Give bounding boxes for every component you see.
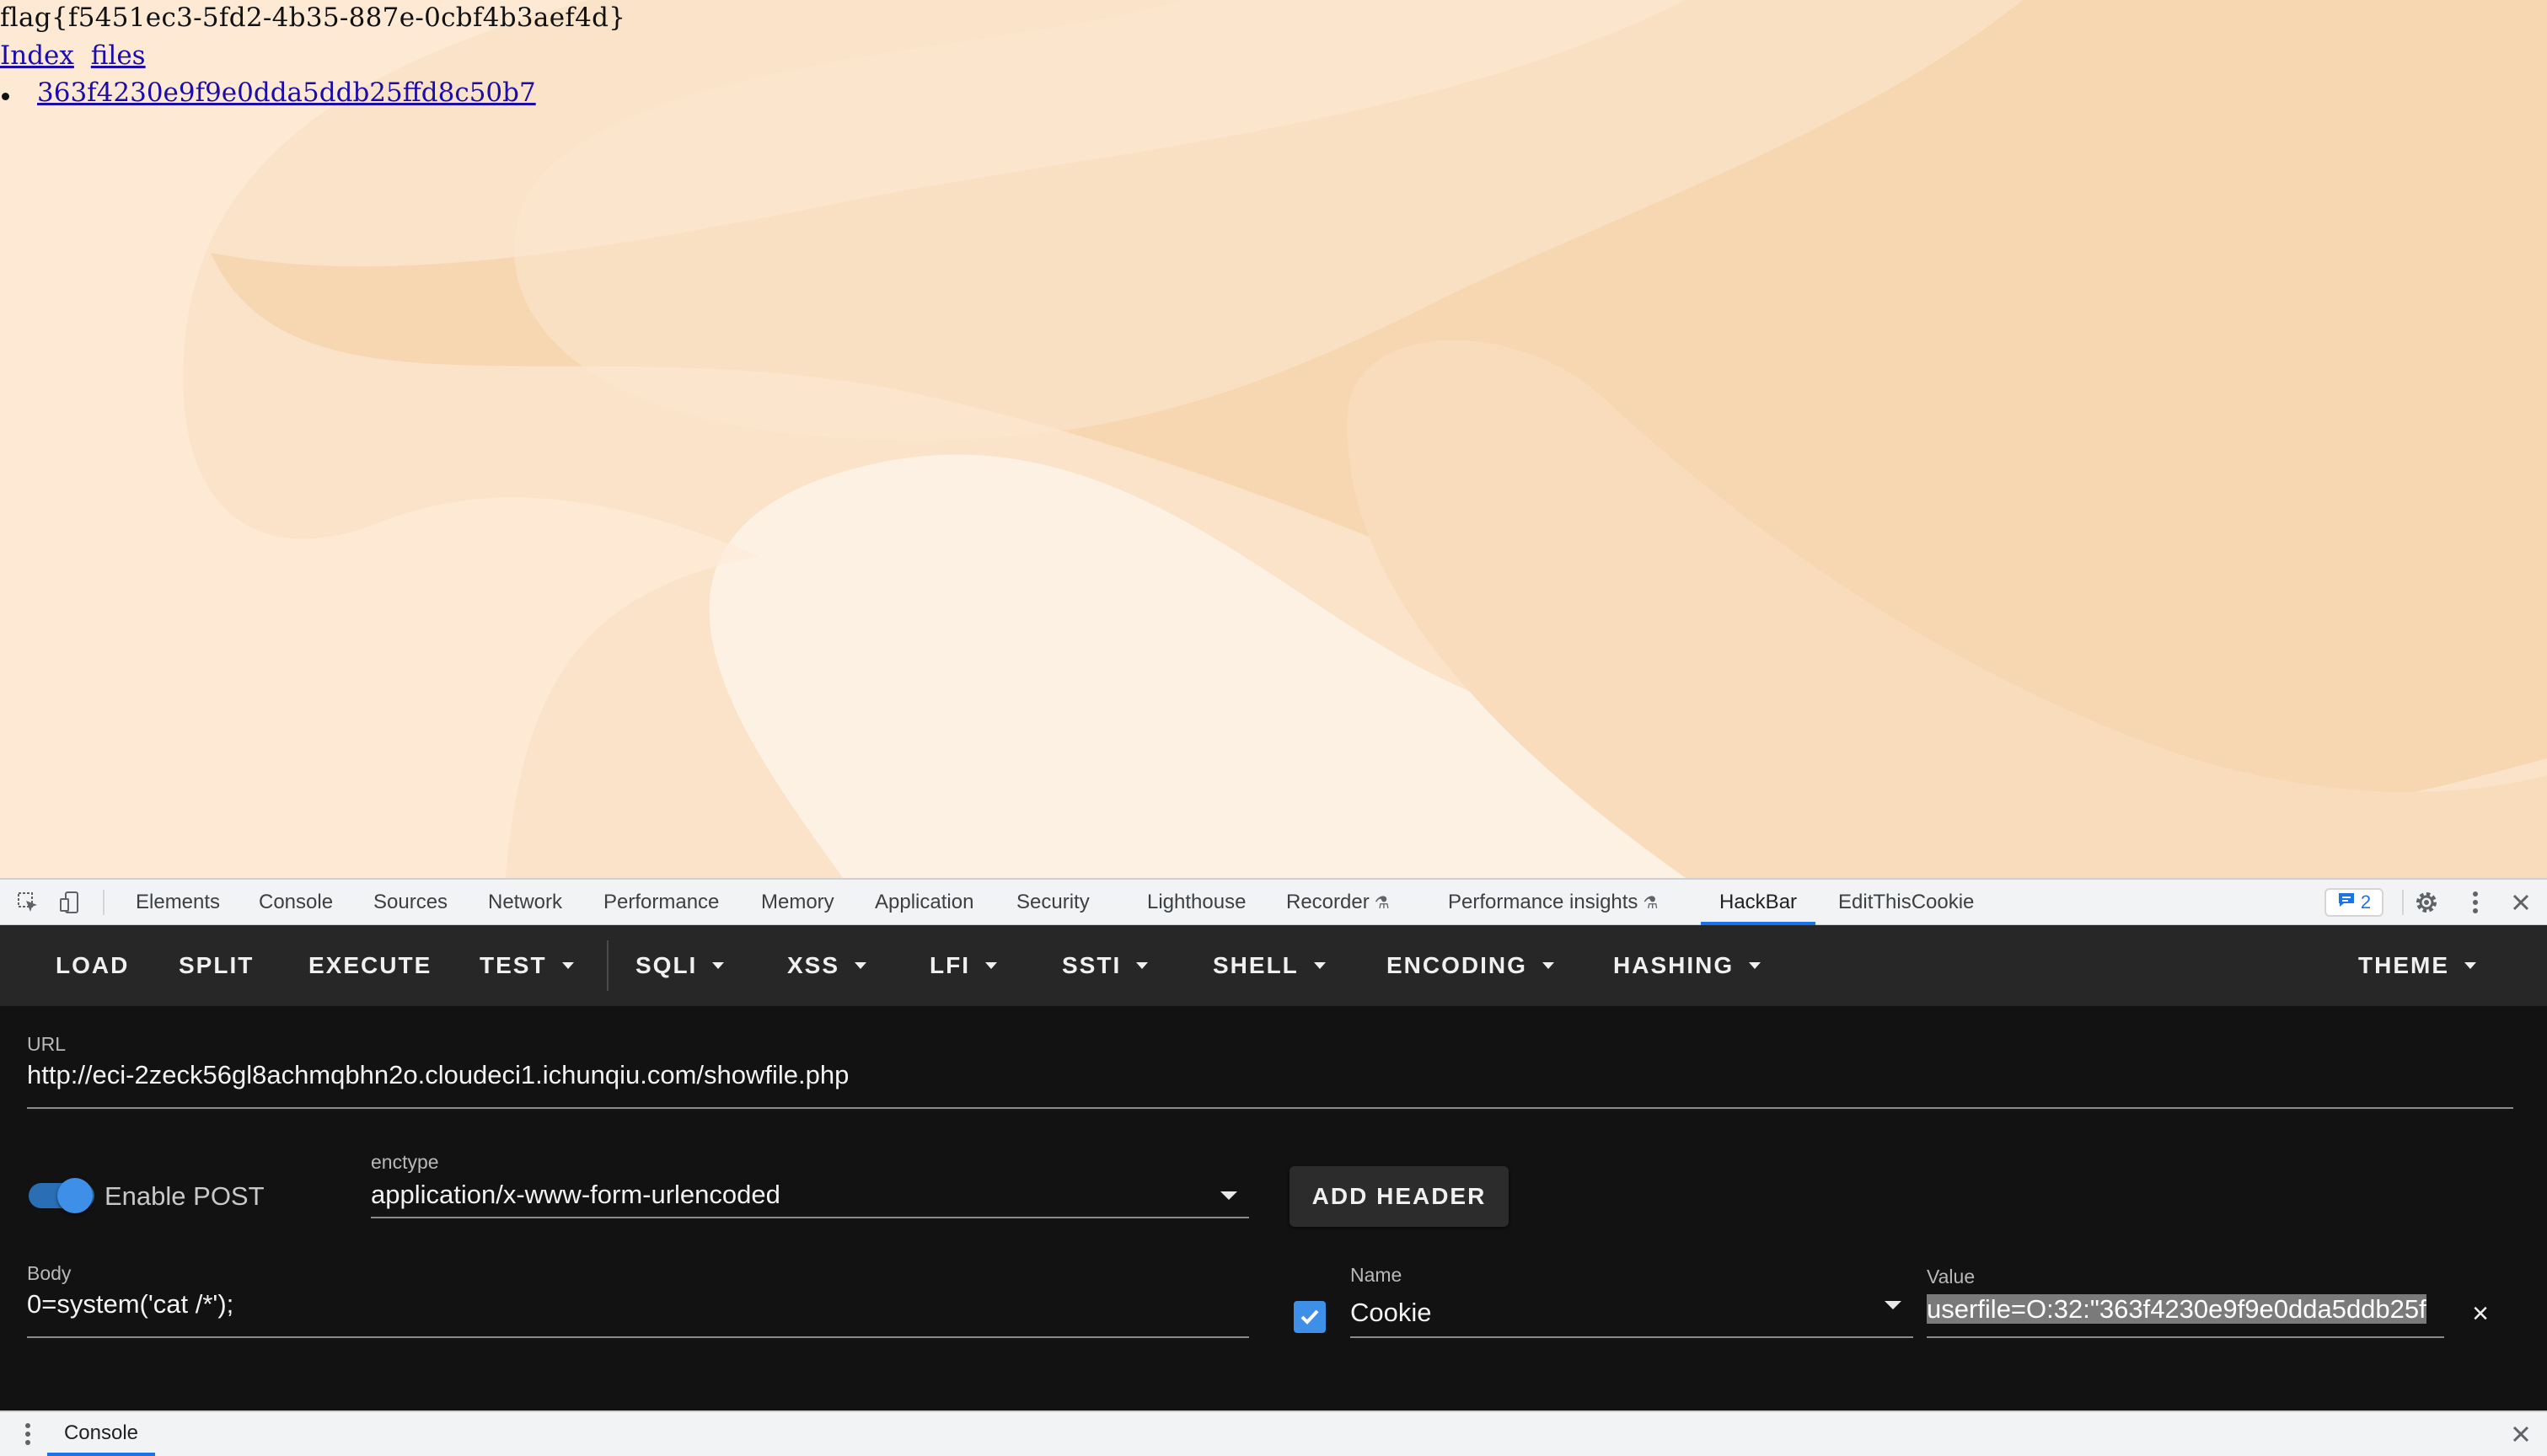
issues-badge[interactable]: 2 [2324, 888, 2383, 917]
theme-menu-button[interactable]: THEME [2358, 925, 2476, 1006]
tab-application[interactable]: Application [875, 880, 973, 925]
body-input[interactable]: 0=system('cat /*'); [27, 1289, 1241, 1320]
tab-elements[interactable]: Elements [136, 880, 220, 925]
files-link[interactable]: files [91, 40, 146, 71]
tab-editthiscookie[interactable]: EditThisCookie [1838, 880, 1974, 925]
flag-text: flag{f5451ec3-5fd2-4b35-887e-0cbf4b3aef4… [0, 3, 626, 33]
url-input[interactable]: http://eci-2zeck56gl8achmqbhn2o.cloudeci… [27, 1060, 2513, 1090]
url-label: URL [27, 1033, 67, 1055]
tab-hackbar[interactable]: HackBar [1701, 880, 1816, 925]
encoding-label: ENCODING [1386, 952, 1527, 978]
load-button[interactable]: LOAD [56, 925, 129, 1006]
dropdown-caret-icon [561, 961, 574, 969]
dropdown-caret-icon [855, 961, 867, 969]
tab-recorder[interactable]: Recorder ⚗ [1286, 880, 1390, 925]
console-drawer: Console [0, 1410, 2547, 1456]
header-name-select[interactable]: Cookie [1350, 1298, 1856, 1328]
tab-sources[interactable]: Sources [373, 880, 448, 925]
tab-memory[interactable]: Memory [761, 880, 834, 925]
lfi-label: LFI [930, 952, 970, 978]
tab-security[interactable]: Security [1016, 880, 1090, 925]
theme-label: THEME [2358, 952, 2449, 978]
hashing-menu-button[interactable]: HASHING [1613, 925, 1761, 1006]
device-toolbar-icon[interactable] [56, 888, 84, 917]
ssti-label: SSTI [1062, 952, 1122, 978]
execute-button[interactable]: EXECUTE [308, 925, 432, 1006]
enctype-label: enctype [371, 1151, 439, 1173]
dropdown-caret-icon [1542, 961, 1554, 969]
hackbar-toolbar: LOAD SPLIT EXECUTE TEST SQLI XSS LFI SST… [0, 925, 2547, 1006]
hackbar-panel: LOAD SPLIT EXECUTE TEST SQLI XSS LFI SST… [0, 925, 2547, 1410]
shell-menu-button[interactable]: SHELL [1213, 925, 1326, 1006]
toolbar-divider [607, 940, 609, 991]
toolbar-divider [103, 890, 105, 915]
drawer-menu-icon[interactable] [13, 1420, 42, 1448]
body-input-underline [27, 1336, 1249, 1338]
dropdown-caret-icon [985, 961, 997, 969]
issues-count: 2 [2360, 891, 2372, 913]
issues-icon [2337, 891, 2356, 913]
tab-performance-insights-label: Performance insights [1448, 891, 1638, 913]
test-menu-button[interactable]: TEST [480, 925, 574, 1006]
inspected-page: flag{f5451ec3-5fd2-4b35-887e-0cbf4b3aef4… [0, 0, 2547, 878]
lfi-menu-button[interactable]: LFI [930, 925, 997, 1006]
xss-label: XSS [787, 952, 840, 978]
enctype-dropdown-icon[interactable] [1220, 1191, 1237, 1200]
dropdown-caret-icon [1749, 961, 1761, 969]
drawer-close-icon[interactable] [2507, 1420, 2535, 1448]
header-value-label: Value [1927, 1266, 1976, 1287]
ssti-menu-button[interactable]: SSTI [1062, 925, 1149, 1006]
remove-header-icon[interactable]: × [2468, 1299, 2493, 1328]
tab-recorder-label: Recorder [1286, 891, 1370, 913]
body-label: Body [27, 1262, 72, 1284]
header-value-underline [1927, 1336, 2444, 1338]
enctype-underline [371, 1217, 1249, 1218]
file-link[interactable]: 363f4230e9f9e0dda5ddb25ffd8c50b7 [37, 78, 536, 108]
settings-icon[interactable] [2412, 888, 2441, 917]
tab-network[interactable]: Network [488, 880, 562, 925]
devtools-tab-bar: Elements Console Sources Network Perform… [0, 878, 2547, 925]
sqli-menu-button[interactable]: SQLI [635, 925, 725, 1006]
checkmark-icon [1300, 1309, 1319, 1325]
encoding-menu-button[interactable]: ENCODING [1386, 925, 1554, 1006]
tab-console[interactable]: Console [259, 880, 333, 925]
dropdown-caret-icon [2464, 961, 2476, 969]
inspect-element-icon[interactable] [13, 888, 42, 917]
more-vert-icon[interactable] [2461, 888, 2490, 917]
tab-performance[interactable]: Performance [603, 880, 719, 925]
drawer-tab-console[interactable]: Console [47, 1412, 155, 1456]
header-name-dropdown-icon[interactable] [1885, 1301, 1901, 1309]
enctype-select[interactable]: application/x-www-form-urlencoded [371, 1180, 1214, 1210]
url-input-underline [27, 1107, 2513, 1109]
tab-performance-insights[interactable]: Performance insights ⚗ [1448, 880, 1658, 925]
sqli-label: SQLI [635, 952, 698, 978]
split-button[interactable]: SPLIT [179, 925, 254, 1006]
index-link[interactable]: Index [0, 40, 74, 71]
file-list: 363f4230e9f9e0dda5ddb25ffd8c50b7 [0, 78, 536, 108]
header-name-label: Name [1350, 1264, 1402, 1286]
list-item: 363f4230e9f9e0dda5ddb25ffd8c50b7 [0, 78, 536, 108]
toolbar-divider [2402, 890, 2404, 915]
xss-menu-button[interactable]: XSS [787, 925, 867, 1006]
close-icon[interactable] [2507, 888, 2535, 917]
tab-lighthouse[interactable]: Lighthouse [1147, 880, 1246, 925]
header-name-underline [1350, 1336, 1913, 1338]
shell-label: SHELL [1213, 952, 1299, 978]
dropdown-caret-icon [1313, 961, 1326, 969]
header-value-input[interactable]: userfile=O:32:"363f4230e9f9e0dda5ddb25f [1927, 1294, 2444, 1330]
header-value-text: userfile=O:32:"363f4230e9f9e0dda5ddb25f [1927, 1294, 2426, 1324]
enable-post-label: Enable POST [105, 1181, 265, 1211]
hashing-label: HASHING [1613, 952, 1735, 978]
header-enabled-checkbox[interactable] [1294, 1301, 1326, 1333]
enable-post-toggle-knob[interactable] [57, 1178, 93, 1213]
add-header-button[interactable]: ADD HEADER [1290, 1166, 1509, 1227]
test-label: TEST [480, 952, 547, 978]
background-waves [0, 0, 2547, 878]
experiment-icon: ⚗ [1643, 894, 1659, 913]
page-nav: Index files [0, 40, 154, 71]
experiment-icon: ⚗ [1374, 894, 1390, 913]
dropdown-caret-icon [712, 961, 725, 969]
dropdown-caret-icon [1136, 961, 1149, 969]
